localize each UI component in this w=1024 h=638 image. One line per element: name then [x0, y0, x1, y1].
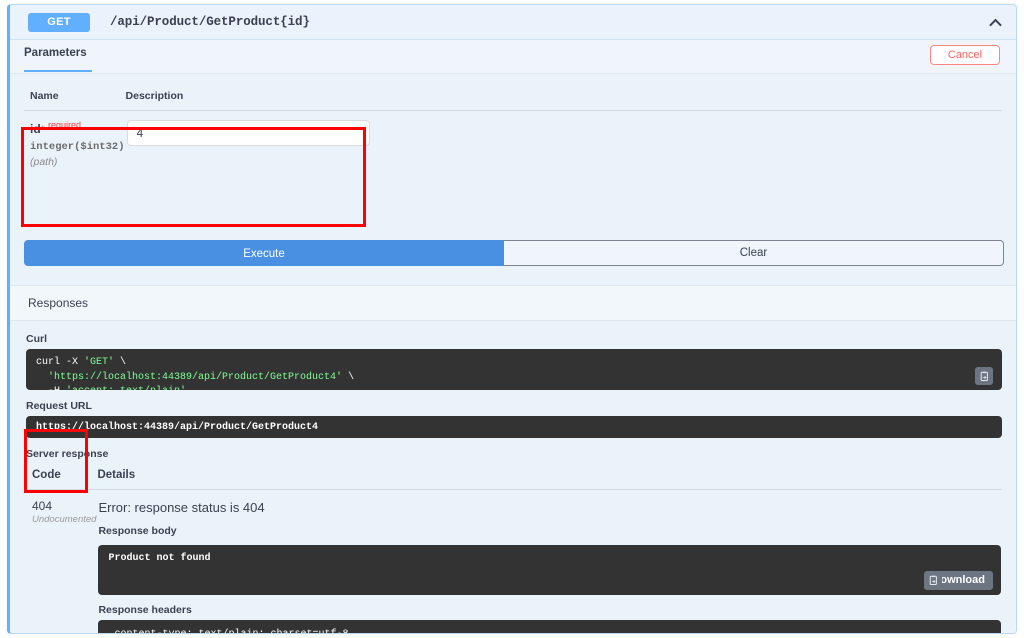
server-response-table: Code Details 404 Undocumented Error: res…	[26, 466, 1002, 634]
response-body-wrapper: Product not found Download	[98, 545, 1001, 595]
request-url-label: Request URL	[26, 400, 92, 412]
parameter-location: (path)	[30, 156, 58, 168]
curl-line-2-tail: \	[342, 371, 355, 383]
chevron-up-icon[interactable]	[989, 16, 1002, 29]
operation-summary-bar[interactable]: GET /api/Product/GetProduct{id}	[10, 5, 1016, 40]
table-row: 404 Undocumented Error: response status …	[26, 490, 1002, 634]
execute-button[interactable]: Execute	[24, 240, 504, 266]
operation-path: /api/Product/GetProduct{id}	[110, 15, 310, 29]
clipboard-copy-icon[interactable]	[975, 367, 993, 385]
curl-label: Curl	[26, 333, 47, 345]
parameters-header-name: Name	[24, 86, 126, 111]
response-header-row: Code Details	[26, 466, 1002, 490]
response-header-code: Code	[26, 466, 98, 490]
response-body-label: Response body	[98, 525, 177, 537]
response-body-actions: Download	[924, 571, 993, 590]
curl-line-1-command: curl -X	[36, 357, 85, 368]
parameter-name: id	[30, 122, 41, 136]
parameter-input-cell	[126, 111, 1002, 170]
parameter-required-label: required	[47, 120, 81, 130]
operation-body: Parameters Cancel Name Description id* r…	[10, 40, 1016, 634]
parameters-header-description: Description	[125, 86, 1002, 111]
responses-title: Responses	[10, 285, 1016, 321]
parameters-table: Name Description id* required integer($in…	[24, 86, 1002, 169]
parameters-header-row: Name Description	[24, 86, 1002, 111]
curl-line-1-tail: \	[114, 357, 127, 368]
curl-line-3-flag: -H	[36, 386, 66, 390]
responses-section: Responses Curl curl -X 'GET' \ 'https://…	[10, 285, 1016, 634]
response-body-block: Product not found	[98, 545, 1001, 595]
curl-code-block: curl -X 'GET' \ 'https://localhost:44389…	[26, 349, 1002, 390]
parameter-name-line: id* required	[30, 120, 125, 138]
tab-parameters[interactable]: Parameters	[24, 47, 87, 66]
operation-block: GET /api/Product/GetProduct{id} Paramete…	[7, 4, 1017, 634]
request-url-block: https://localhost:44389/api/Product/GetP…	[26, 416, 1002, 438]
http-method-badge: GET	[28, 12, 90, 32]
table-row: id* required integer($int32) (path)	[24, 111, 1002, 170]
parameters-tab-row: Parameters Cancel	[10, 40, 1016, 74]
response-status-code: 404	[32, 499, 53, 513]
response-headers-block: content-type: text/plain; charset=utf-8 …	[98, 620, 1001, 633]
curl-line-1-method: 'GET'	[84, 357, 115, 368]
response-error-text: Error: response status is 404	[98, 500, 265, 515]
execute-clear-row: Execute Clear	[24, 240, 1004, 266]
responses-inner: Curl curl -X 'GET' \ 'https://localhost:…	[10, 321, 1016, 634]
response-code-cell: 404 Undocumented	[26, 490, 97, 634]
required-star-icon: *	[40, 124, 45, 136]
parameter-type: integer($int32)	[30, 141, 125, 153]
response-header-details: Details	[97, 466, 1002, 490]
response-code-note: Undocumented	[32, 514, 97, 525]
cancel-button[interactable]: Cancel	[930, 45, 1000, 65]
curl-line-2-url: 'https://localhost:44389/api/Product/Get…	[36, 371, 343, 383]
parameter-id-input[interactable]	[126, 120, 370, 146]
clear-button[interactable]: Clear	[504, 240, 1004, 266]
curl-line-3-value: 'accept: text/plain'	[66, 386, 186, 390]
parameter-name-cell: id* required integer($int32) (path)	[24, 111, 126, 170]
response-headers-label: Response headers	[98, 604, 192, 616]
server-response-label: Server response	[26, 448, 109, 460]
tab-active-underline	[24, 70, 92, 72]
parameters-area: Name Description id* required integer($in…	[10, 74, 1016, 169]
clipboard-copy-icon[interactable]	[924, 571, 943, 590]
response-details-cell: Error: response status is 404 Response b…	[97, 490, 1002, 633]
